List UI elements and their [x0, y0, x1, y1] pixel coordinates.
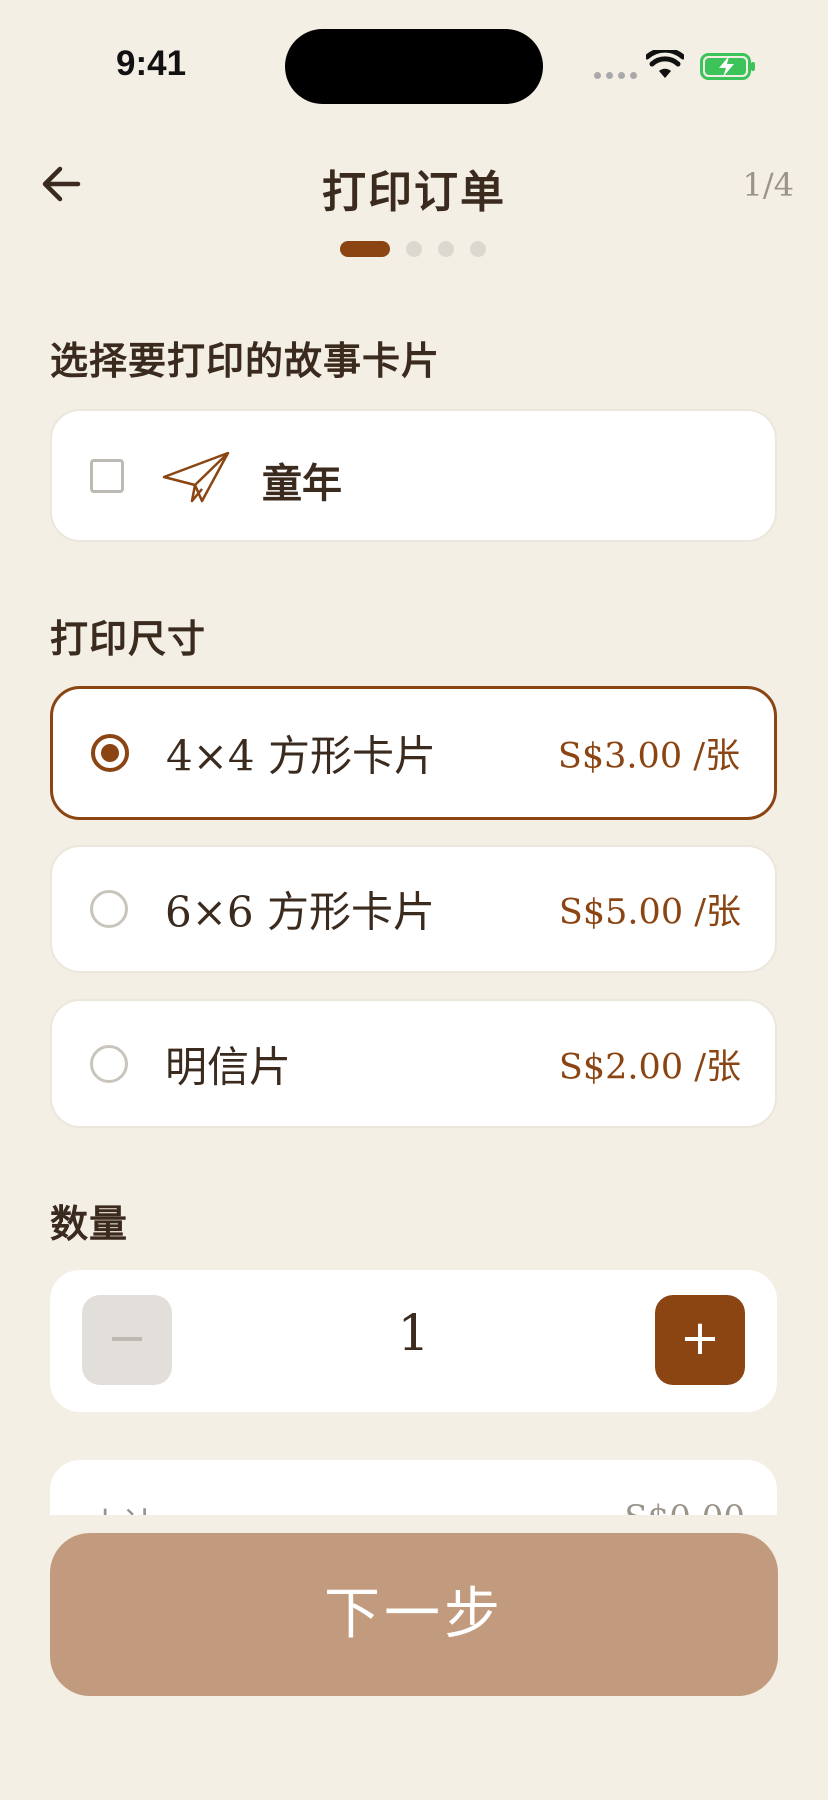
radio-selected[interactable]	[91, 734, 129, 772]
radio-unselected[interactable]	[90, 1044, 128, 1083]
size-option-postcard[interactable]: 明信片 S$2.00 /张	[50, 999, 777, 1128]
progress-dot	[470, 241, 486, 257]
story-card[interactable]: 童年	[50, 409, 777, 542]
step-indicator: 1/4	[742, 166, 795, 204]
story-label: 童年	[262, 460, 342, 507]
story-section-heading: 选择要打印的故事卡片	[50, 338, 441, 383]
size-option-price: S$5.00 /张	[558, 892, 741, 933]
size-option-label: 明信片	[165, 1042, 292, 1091]
size-option-label: 6×6 方形卡片	[165, 887, 435, 937]
battery-charging-icon	[700, 53, 755, 80]
next-button[interactable]: 下一步	[50, 1533, 778, 1696]
progress-dots	[340, 241, 486, 257]
size-option-6x6[interactable]: 6×6 方形卡片 S$5.00 /张	[50, 845, 777, 973]
progress-dot	[406, 241, 422, 257]
wifi-icon	[646, 50, 684, 78]
size-section-heading: 打印尺寸	[50, 616, 207, 661]
quantity-section-heading: 数量	[50, 1201, 129, 1246]
signal-dots-icon	[594, 72, 637, 79]
radio-unselected[interactable]	[90, 890, 128, 928]
size-option-price: S$2.00 /张	[558, 1047, 741, 1087]
page-title: 打印订单	[322, 167, 506, 218]
progress-dot	[438, 241, 454, 257]
size-option-label: 4×4 方形卡片	[166, 731, 436, 781]
size-option-price: S$3.00 /张	[557, 736, 740, 777]
story-checkbox[interactable]	[90, 458, 124, 493]
increment-button[interactable]: +	[655, 1295, 745, 1385]
dynamic-island	[285, 29, 543, 104]
progress-dot-active	[340, 241, 390, 257]
status-time: 9:41	[116, 44, 187, 83]
quantity-stepper: − 1 +	[50, 1270, 777, 1412]
paper-plane-icon	[162, 451, 230, 503]
size-option-4x4[interactable]: 4×4 方形卡片 S$3.00 /张	[50, 686, 777, 820]
